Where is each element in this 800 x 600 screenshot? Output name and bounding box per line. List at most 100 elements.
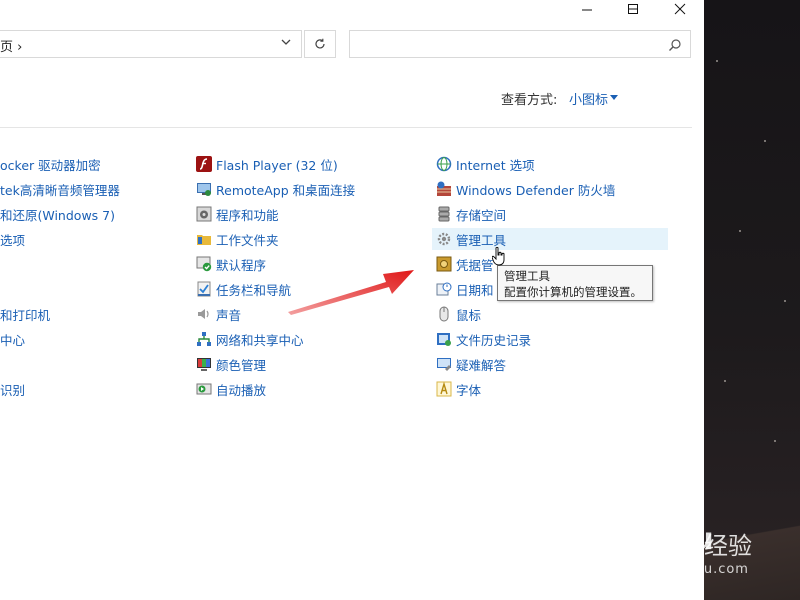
flash-icon bbox=[196, 156, 212, 172]
item-default-programs[interactable]: 默认程序 bbox=[196, 253, 266, 275]
tooltip-description: 配置你计算机的管理设置。 bbox=[504, 285, 642, 299]
item-flash-player[interactable]: Flash Player (32 位) bbox=[196, 153, 338, 175]
item-label: 文件历史记录 bbox=[456, 332, 532, 348]
close-btn[interactable] bbox=[657, 0, 703, 18]
item-center[interactable]: 中心 bbox=[0, 328, 25, 350]
star bbox=[764, 140, 766, 142]
remoteapp-icon bbox=[197, 183, 211, 196]
mouse-icon bbox=[439, 306, 449, 322]
item-color-management[interactable]: 颜色管理 bbox=[196, 353, 266, 375]
item-label: 和打印机 bbox=[0, 307, 51, 323]
item-label: 凭据管 bbox=[456, 257, 494, 273]
refresh-button[interactable] bbox=[304, 30, 336, 58]
item-label: 鼠标 bbox=[456, 307, 482, 323]
red-arrow-annotation bbox=[288, 270, 414, 315]
item-credential-manager[interactable]: 凭据管 bbox=[436, 253, 494, 275]
item-file-history[interactable]: 文件历史记录 bbox=[436, 328, 531, 350]
search-icon[interactable] bbox=[668, 38, 682, 52]
star bbox=[716, 60, 718, 62]
tooltip-title: 管理工具 bbox=[504, 269, 550, 283]
control-panel-window: 页 › 查看方式: 小图标 ocker 驱动器加密 tek高清晰音频管理器 和还… bbox=[0, 0, 704, 600]
star bbox=[739, 230, 741, 232]
caret-down-icon[interactable] bbox=[610, 95, 618, 100]
star bbox=[724, 380, 726, 382]
item-label: 选项 bbox=[0, 232, 26, 248]
item-label: tek高清晰音频管理器 bbox=[0, 182, 120, 198]
item-network-sharing[interactable]: 网络和共享中心 bbox=[196, 328, 304, 350]
star bbox=[774, 440, 776, 442]
item-label: 管理工具 bbox=[456, 232, 507, 248]
item-devices-printers[interactable]: 和打印机 bbox=[0, 303, 50, 325]
tooltip: 管理工具 配置你计算机的管理设置。 bbox=[497, 265, 653, 301]
item-label: 存储空间 bbox=[456, 207, 507, 223]
item-label: 中心 bbox=[0, 332, 26, 348]
item-troubleshooting[interactable]: 疑难解答 bbox=[436, 353, 506, 375]
minimize-btn[interactable] bbox=[564, 0, 610, 18]
item-label: RemoteApp 和桌面连接 bbox=[216, 182, 356, 198]
star bbox=[784, 300, 786, 302]
item-backup-restore[interactable]: 和还原(Windows 7) bbox=[0, 203, 115, 225]
item-fonts[interactable]: 字体 bbox=[436, 378, 481, 400]
item-autoplay[interactable]: 自动播放 bbox=[196, 378, 266, 400]
item-label: 网络和共享中心 bbox=[216, 332, 304, 348]
item-sound[interactable]: 声音 bbox=[196, 303, 241, 325]
item-recognition[interactable]: 识别 bbox=[0, 378, 25, 400]
item-label: 和还原(Windows 7) bbox=[0, 207, 115, 223]
item-remoteapp[interactable]: RemoteApp 和桌面连接 bbox=[196, 178, 355, 200]
internet-options-icon bbox=[436, 156, 452, 172]
watermark-url: jingyan.baidu.com bbox=[612, 562, 749, 577]
watermark-brand: Bai du bbox=[612, 522, 714, 557]
refresh-icon bbox=[315, 38, 325, 49]
item-label: 自动播放 bbox=[216, 382, 267, 398]
item-label: 识别 bbox=[0, 382, 26, 398]
item-label: 字体 bbox=[456, 382, 482, 398]
breadcrumb[interactable]: 页 › bbox=[0, 36, 22, 55]
item-label: 程序和功能 bbox=[216, 207, 279, 223]
item-label: 颜色管理 bbox=[216, 357, 267, 373]
hand-cursor-icon bbox=[492, 247, 505, 266]
view-by-dropdown[interactable]: 小图标 bbox=[569, 89, 608, 108]
item-label: Internet 选项 bbox=[456, 157, 535, 173]
font-icon bbox=[436, 381, 452, 397]
item-label: 工作文件夹 bbox=[216, 232, 279, 248]
item-storage-spaces[interactable]: 存储空间 bbox=[436, 203, 506, 225]
minimize-icon bbox=[582, 9, 592, 11]
item-work-folders[interactable]: 工作文件夹 bbox=[196, 228, 279, 250]
taskbar-icon bbox=[197, 281, 211, 297]
item-label: 默认程序 bbox=[216, 257, 267, 273]
item-options[interactable]: 选项 bbox=[0, 228, 25, 250]
item-label: Windows Defender 防火墙 bbox=[456, 182, 616, 198]
item-administrative-tools[interactable]: 管理工具 bbox=[432, 228, 668, 250]
item-windows-defender-firewall[interactable]: Windows Defender 防火墙 bbox=[436, 178, 615, 200]
item-mouse[interactable]: 鼠标 bbox=[436, 303, 481, 325]
item-bitlocker[interactable]: ocker 驱动器加密 bbox=[0, 153, 101, 175]
item-label: 声音 bbox=[216, 307, 242, 323]
firewall-icon bbox=[437, 181, 451, 196]
item-label: 疑难解答 bbox=[456, 357, 507, 373]
network-icon bbox=[197, 332, 211, 346]
item-date-time[interactable]: 日期和 bbox=[436, 278, 494, 300]
watermark-cn: 经验 bbox=[704, 532, 752, 560]
search-input[interactable] bbox=[349, 30, 691, 58]
address-bar[interactable]: 页 › bbox=[0, 30, 302, 58]
autoplay-icon bbox=[196, 383, 212, 395]
programs-icon bbox=[196, 206, 212, 222]
default-programs-icon bbox=[196, 256, 212, 272]
maximize-btn[interactable] bbox=[610, 0, 656, 18]
chevron-down-icon[interactable] bbox=[281, 37, 291, 47]
item-label: 任务栏和导航 bbox=[216, 282, 292, 298]
file-history-icon bbox=[437, 333, 451, 346]
work-folder-icon bbox=[197, 235, 211, 245]
item-internet-options[interactable]: Internet 选项 bbox=[436, 153, 535, 175]
speaker-icon bbox=[198, 309, 209, 319]
item-label: 日期和 bbox=[456, 282, 494, 298]
item-taskbar-navigation[interactable]: 任务栏和导航 bbox=[196, 278, 291, 300]
view-by-label: 查看方式: bbox=[501, 93, 558, 108]
item-realtek-audio[interactable]: tek高清晰音频管理器 bbox=[0, 178, 120, 200]
item-label: Flash Player (32 位) bbox=[216, 157, 338, 173]
item-label: ocker 驱动器加密 bbox=[0, 157, 101, 173]
divider bbox=[0, 127, 692, 128]
troubleshoot-icon bbox=[437, 358, 451, 371]
maximize-icon bbox=[628, 4, 638, 14]
item-programs-features[interactable]: 程序和功能 bbox=[196, 203, 279, 225]
